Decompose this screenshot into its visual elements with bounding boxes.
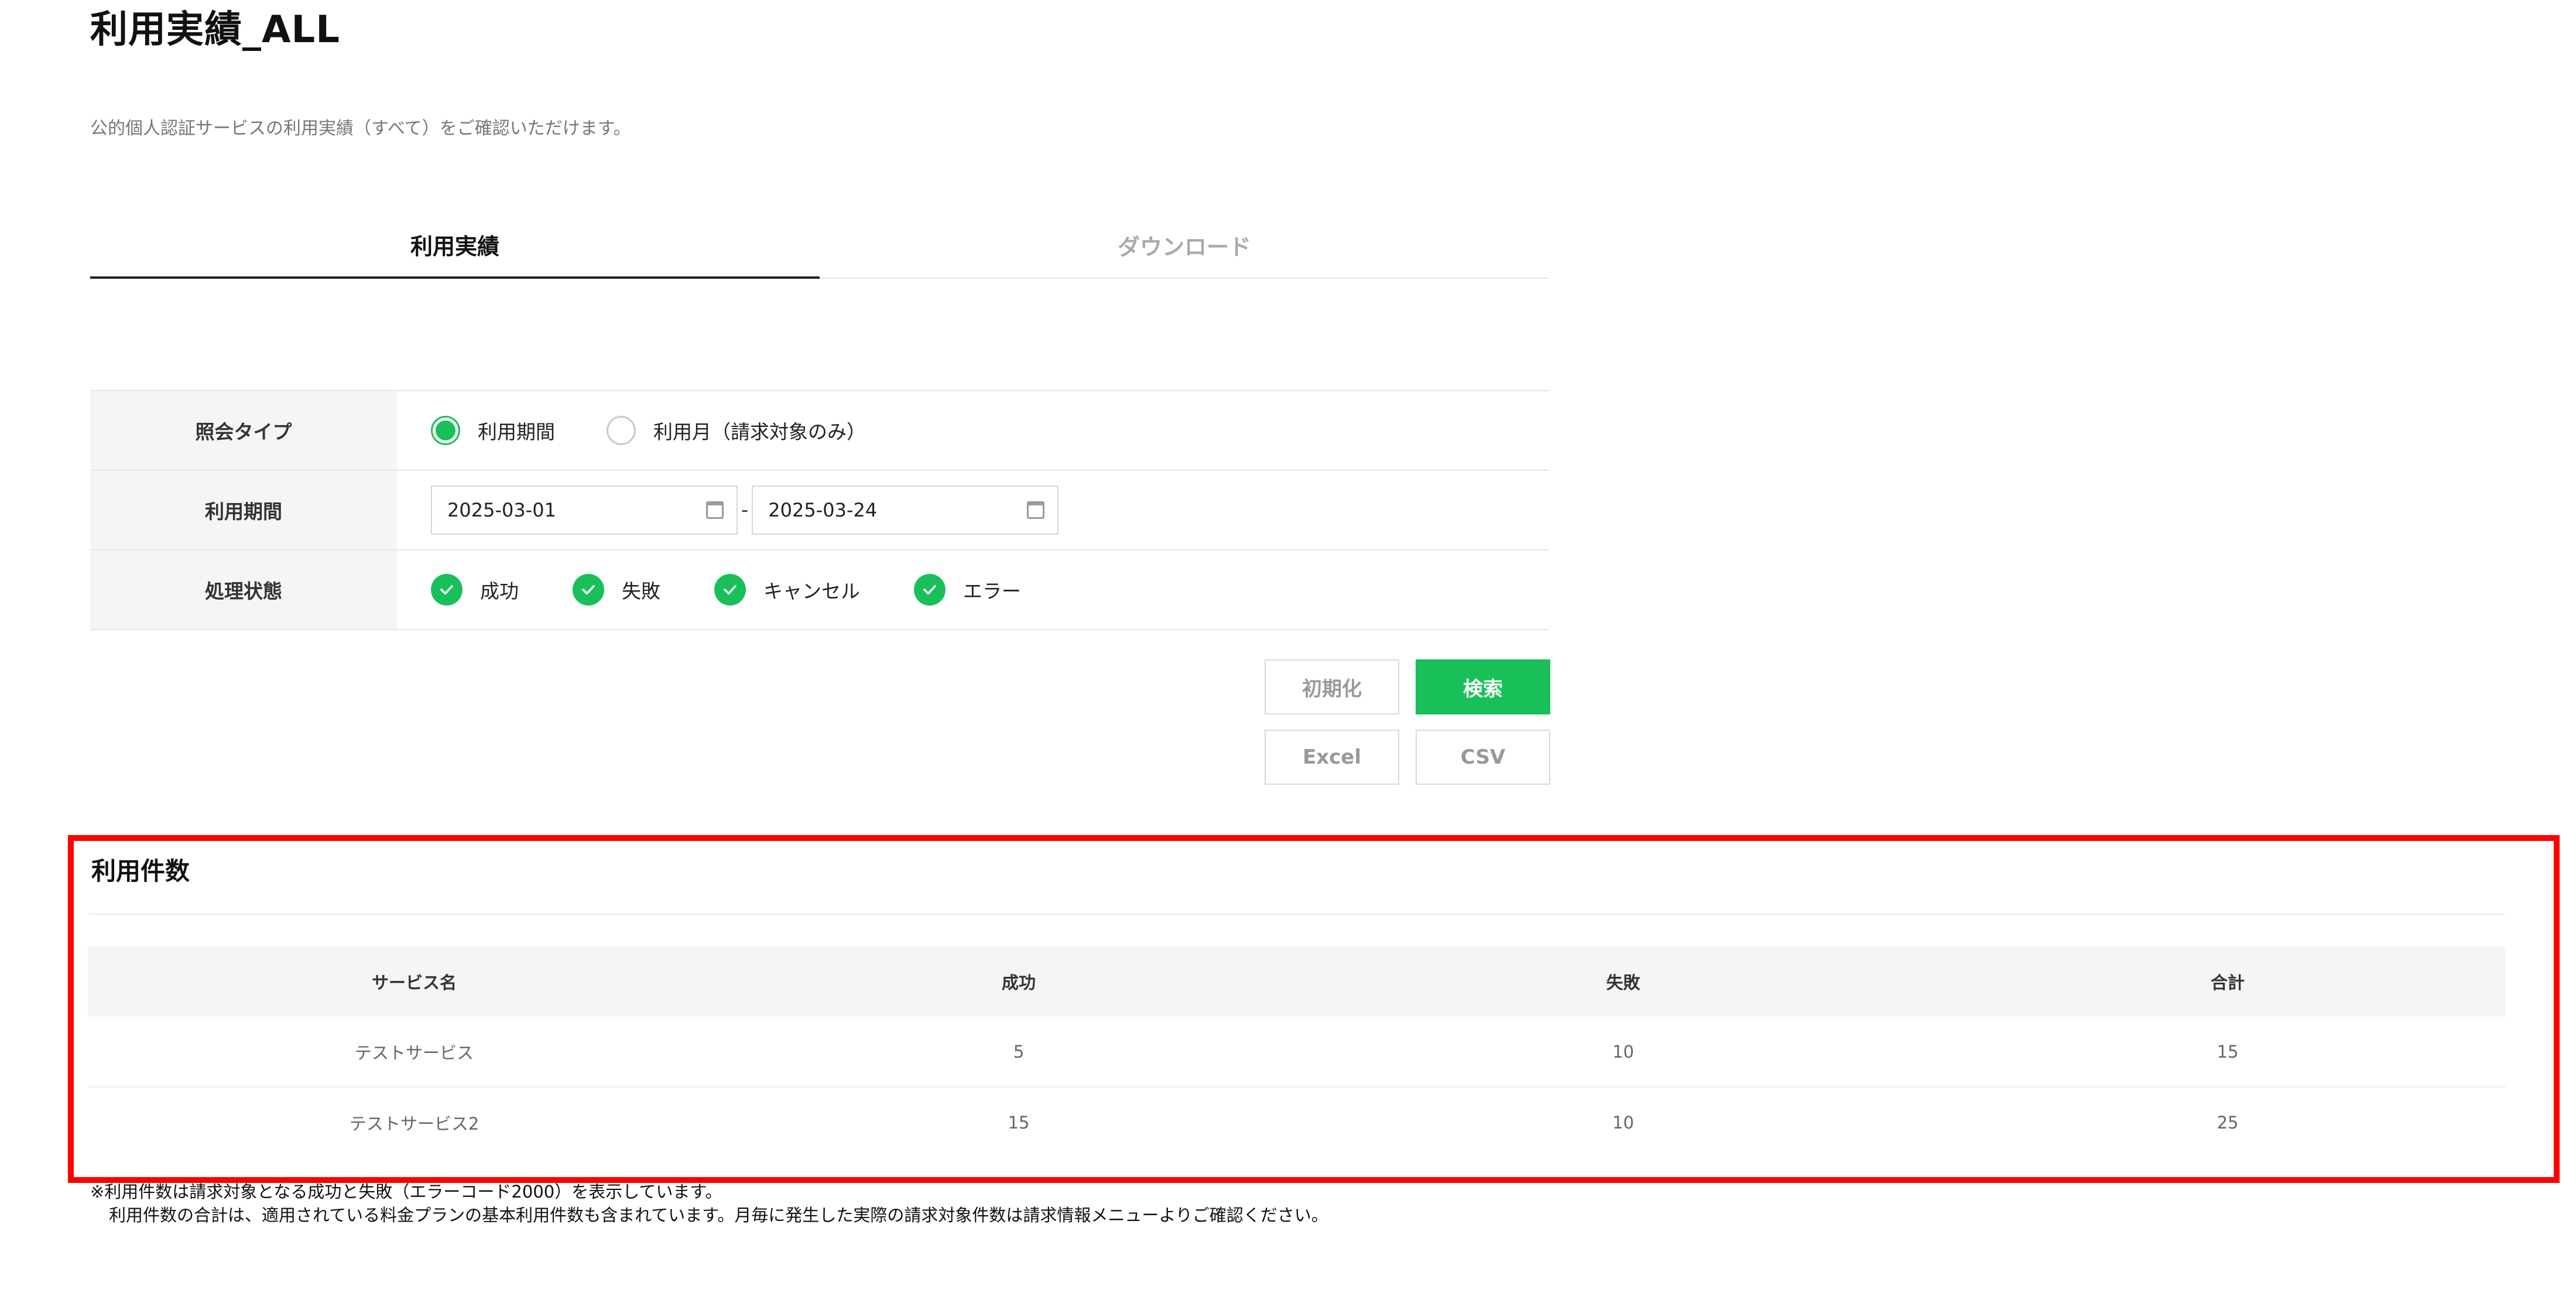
radio-label: 利用月（請求対象のみ） xyxy=(653,420,866,443)
status-row: 処理状態 成功 失敗 キャンセル エラー xyxy=(90,550,1549,629)
footnote: ※利用件数は請求対象となる成功と失敗（エラーコード2000）を表示しています。 xyxy=(90,1182,722,1202)
check-icon xyxy=(431,574,463,606)
end-date-value: 2025-03-24 xyxy=(768,499,878,521)
checkbox-success[interactable]: 成功 xyxy=(431,574,519,606)
query-type-label: 照会タイプ xyxy=(90,391,397,470)
check-icon xyxy=(573,574,604,606)
checkbox-cancel[interactable]: キャンセル xyxy=(714,574,860,606)
checkbox-label: 失敗 xyxy=(622,580,660,603)
cell-service-name: テストサービス2 xyxy=(349,1113,479,1134)
radio-selected-icon xyxy=(431,416,460,445)
start-date-value: 2025-03-01 xyxy=(447,499,556,521)
status-label: 処理状態 xyxy=(90,550,397,629)
checkbox-label: 成功 xyxy=(480,580,519,603)
checkbox-label: エラー xyxy=(963,580,1021,603)
table-row: テストサービス2 15 10 25 xyxy=(88,1087,2506,1157)
query-type-row: 照会タイプ 利用期間 利用月（請求対象のみ） xyxy=(90,391,1549,471)
page-description: 公的個人認証サービスの利用実績（すべて）をご確認いただけます。 xyxy=(90,118,631,139)
tab-download[interactable]: ダウンロード xyxy=(820,212,1549,279)
column-header-success: 成功 xyxy=(741,946,1297,1017)
date-separator: - xyxy=(741,498,749,522)
checkbox-label: キャンセル xyxy=(763,580,860,603)
check-icon xyxy=(714,574,746,606)
tab-usage[interactable]: 利用実績 xyxy=(90,212,820,279)
radio-usage-month[interactable]: 利用月（請求対象のみ） xyxy=(607,416,866,445)
cell-failure: 10 xyxy=(1612,1112,1634,1133)
column-header-service: サービス名 xyxy=(88,946,741,1017)
checkbox-error[interactable]: エラー xyxy=(914,574,1021,606)
end-date-input[interactable]: 2025-03-24 xyxy=(752,485,1059,535)
footnote: 利用件数の合計は、適用されている料金プランの基本利用件数も含まれています。月毎に… xyxy=(109,1205,1328,1225)
cell-total: 25 xyxy=(2217,1112,2239,1133)
search-form: 照会タイプ 利用期間 利用月（請求対象のみ） 利用期間 2025-03-01 -… xyxy=(90,390,1549,630)
period-label: 利用期間 xyxy=(90,471,397,549)
cell-total: 15 xyxy=(1950,1017,2506,1087)
cell-failure: 10 xyxy=(1296,1017,1950,1087)
column-header-failure: 失敗 xyxy=(1296,946,1950,1017)
radio-usage-period[interactable]: 利用期間 xyxy=(431,416,555,445)
cell-success: 5 xyxy=(741,1017,1297,1087)
usage-section-title: 利用件数 xyxy=(91,857,190,885)
page-title: 利用実績_ALL xyxy=(90,8,341,52)
search-button[interactable]: 検索 xyxy=(1416,659,1550,714)
table-row: テストサービス 5 10 15 xyxy=(88,1017,2506,1087)
cell-service-name: テストサービス xyxy=(88,1017,741,1087)
calendar-icon[interactable] xyxy=(706,501,724,519)
check-icon xyxy=(914,574,946,606)
period-row: 利用期間 2025-03-01 - 2025-03-24 xyxy=(90,471,1549,550)
radio-unselected-icon xyxy=(607,416,636,445)
calendar-icon[interactable] xyxy=(1027,501,1045,519)
checkbox-failure[interactable]: 失敗 xyxy=(573,574,660,606)
radio-label: 利用期間 xyxy=(478,420,555,443)
csv-export-button[interactable]: CSV xyxy=(1416,730,1550,785)
start-date-input[interactable]: 2025-03-01 xyxy=(431,485,738,535)
table-header-row: サービス名 成功 失敗 合計 xyxy=(88,946,2506,1017)
cell-success: 15 xyxy=(1008,1112,1030,1133)
section-divider xyxy=(89,914,2505,915)
usage-table: サービス名 成功 失敗 合計 テストサービス 5 10 15 テストサービス2 … xyxy=(88,946,2506,1157)
column-header-total: 合計 xyxy=(1950,946,2506,1017)
reset-button[interactable]: 初期化 xyxy=(1265,659,1399,714)
excel-export-button[interactable]: Excel xyxy=(1265,730,1399,785)
